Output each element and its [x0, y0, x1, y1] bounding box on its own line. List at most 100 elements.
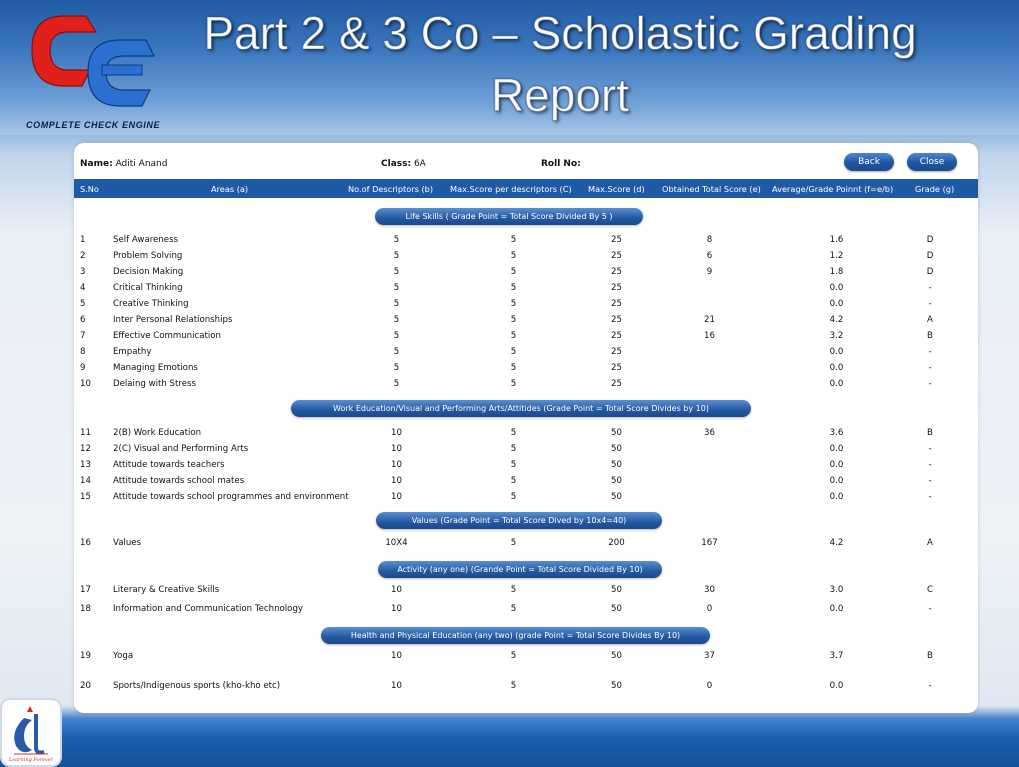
row-average: 4.2	[829, 315, 844, 325]
row-max-score: 25	[611, 251, 622, 261]
row-grade: C	[926, 585, 933, 595]
row-grade: -	[928, 283, 932, 293]
row-max-score: 50	[611, 681, 622, 691]
row-max-score: 25	[611, 283, 622, 293]
row-descriptors: 5	[393, 299, 400, 309]
row-grade: -	[928, 681, 932, 691]
row-descriptors: 10	[391, 604, 402, 614]
row-area: Managing Emotions	[113, 363, 198, 373]
row-grade: D	[926, 267, 934, 277]
row-area: Sports/Indigenous sports (kho-kho etc)	[113, 681, 281, 691]
row-grade: -	[928, 347, 932, 357]
row-descriptors: 10	[391, 681, 402, 691]
table-row: 20 Sports/Indigenous sports (kho-kho etc)…	[74, 681, 978, 695]
row-max-score: 200	[608, 538, 625, 548]
row-area: 2(B) Work Education	[113, 428, 202, 438]
row-area: Information and Communication Technology	[113, 604, 303, 614]
row-descriptors: 10	[391, 651, 402, 661]
row-descriptors: 10	[391, 428, 402, 438]
row-obtained: 8	[706, 235, 713, 245]
row-max-per-descriptor: 5	[510, 492, 517, 502]
row-average: 0.0	[829, 476, 844, 486]
close-button[interactable]: Close	[907, 153, 957, 171]
logo-caption: COMPLETE CHECK ENGINE	[26, 120, 161, 130]
row-obtained: 6	[706, 251, 713, 261]
row-sno: 8	[80, 347, 86, 357]
row-max-score: 25	[611, 315, 622, 325]
row-sno: 1	[80, 235, 86, 245]
row-obtained: 30	[704, 585, 715, 595]
col-grade: Grade (g)	[915, 184, 955, 194]
row-obtained: 0	[706, 604, 713, 614]
row-grade: D	[926, 251, 934, 261]
row-obtained: 16	[704, 331, 715, 341]
table-row: 14 Attitude towards school mates 10 5 50 0.0 -	[74, 476, 978, 490]
back-button[interactable]: Back	[844, 153, 894, 171]
row-obtained: 37	[704, 651, 715, 661]
col-sno: S.No	[80, 184, 99, 194]
row-descriptors: 5	[393, 267, 400, 277]
student-roll: Roll No:	[541, 159, 581, 169]
table-row: 5 Creative Thinking 5 5 25 0.0 -	[74, 299, 978, 313]
row-average: 3.2	[829, 331, 844, 341]
table-row: 16 Values 10X4 5 200 167 4.2 A	[74, 538, 978, 552]
row-max-per-descriptor: 5	[510, 428, 517, 438]
row-average: 1.8	[829, 267, 844, 277]
row-average: 0.0	[829, 444, 844, 454]
row-obtained: 0	[706, 681, 713, 691]
row-area: Creative Thinking	[113, 299, 189, 309]
row-grade: B	[927, 651, 933, 661]
row-descriptors: 10	[391, 444, 402, 454]
row-grade: -	[928, 379, 932, 389]
row-grade: A	[927, 538, 933, 548]
row-max-per-descriptor: 5	[510, 604, 517, 614]
row-max-per-descriptor: 5	[510, 347, 517, 357]
table-row: 9 Managing Emotions 5 5 25 0.0 -	[74, 363, 978, 377]
row-sno: 20	[80, 681, 91, 691]
table-row: 2 Problem Solving 5 5 25 6 1.2 D	[74, 251, 978, 265]
row-area: Effective Communication	[113, 331, 221, 341]
section-work-education: Work Education/Visual and Performing Art…	[291, 400, 751, 417]
row-average: 1.6	[829, 235, 844, 245]
row-descriptors: 10	[391, 476, 402, 486]
row-average: 0.0	[829, 299, 844, 309]
row-average: 3.6	[829, 428, 844, 438]
row-max-score: 50	[611, 476, 622, 486]
row-average: 0.0	[829, 347, 844, 357]
row-grade: -	[928, 460, 932, 470]
row-obtained: 9	[706, 267, 713, 277]
row-max-score: 25	[611, 235, 622, 245]
row-max-per-descriptor: 5	[510, 299, 517, 309]
class-label: Class:	[381, 159, 412, 169]
col-max-per-descriptor: Max.Score per descriptors (C)	[450, 184, 572, 194]
name-value: Aditi Anand	[115, 159, 168, 169]
row-descriptors: 5	[393, 283, 400, 293]
row-sno: 13	[80, 460, 91, 470]
row-grade: -	[928, 299, 932, 309]
row-max-score: 50	[611, 460, 622, 470]
row-max-score: 50	[611, 428, 622, 438]
row-area: Attitude towards school mates	[113, 476, 245, 486]
col-average: Average/Grade Poinnt (f=e/b)	[772, 184, 894, 194]
section-values: Values (Grade Point = Total Score Dived …	[376, 512, 662, 529]
col-obtained: Obtained Total Score (e)	[662, 184, 761, 194]
row-max-per-descriptor: 5	[510, 331, 517, 341]
row-sno: 3	[80, 267, 86, 277]
row-sno: 5	[80, 299, 86, 309]
row-sno: 16	[80, 538, 91, 548]
row-grade: -	[928, 476, 932, 486]
row-area: Attitude towards teachers	[113, 460, 225, 470]
table-header: S.No Areas (a) No.of Descriptors (b) Max…	[74, 179, 978, 198]
row-descriptors: 10	[391, 460, 402, 470]
row-average: 1.2	[829, 251, 844, 261]
row-sno: 18	[80, 604, 91, 614]
row-area: Attitude towards school programmes and e…	[113, 492, 349, 502]
table-row: 3 Decision Making 5 5 25 9 1.8 D	[74, 267, 978, 281]
section-activity: Activity (any one) (Grande Point = Total…	[378, 561, 662, 578]
row-max-score: 50	[611, 444, 622, 454]
row-sno: 19	[80, 651, 91, 661]
name-label: Name:	[80, 159, 113, 169]
row-descriptors: 10	[391, 492, 402, 502]
row-descriptors: 5	[393, 363, 400, 373]
row-max-score: 50	[611, 604, 622, 614]
